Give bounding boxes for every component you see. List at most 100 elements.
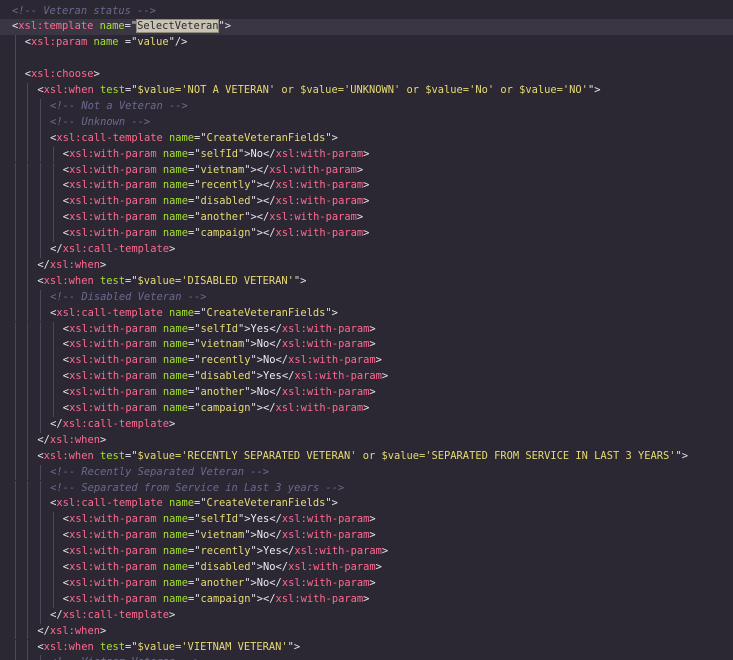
indent-guide [14, 83, 16, 99]
code-line[interactable]: <xsl:with-param name="another">No</xsl:w… [0, 385, 733, 401]
code-line-content: <xsl:call-template name="CreateVeteranFi… [50, 496, 338, 512]
code-tag-name: xsl:when [49, 258, 100, 271]
indent-guide [14, 98, 16, 115]
indent-guide [39, 353, 41, 370]
code-line[interactable]: <xsl:with-param name="recently">Yes</xsl… [0, 544, 733, 560]
code-punctuation: "> [325, 497, 338, 510]
code-line-content: <xsl:with-param name="campaign"></xsl:wi… [63, 592, 370, 608]
code-line[interactable]: <xsl:with-param name="vietnam">No</xsl:w… [0, 528, 733, 545]
code-line[interactable]: <xsl:with-param name="campaign"></xsl:wi… [0, 591, 733, 608]
code-line[interactable]: <xsl:with-param name="vietnam">No</xsl:w… [0, 337, 733, 354]
code-text: No [263, 561, 276, 573]
code-line[interactable]: </xsl:call-template> [0, 607, 733, 624]
code-line-content: </xsl:when> [37, 624, 106, 640]
code-punctuation: =" [187, 227, 201, 240]
code-punctuation: =" [187, 338, 201, 351]
code-comment: <!-- Unknown --> [50, 115, 151, 128]
code-line-content: <!-- Veteran status --> [12, 4, 156, 20]
code-punctuation: > [99, 624, 107, 637]
code-line[interactable]: <xsl:with-param name="selfId">No</xsl:wi… [0, 146, 733, 163]
indent-guide [52, 575, 54, 592]
indent-guide [14, 639, 16, 656]
code-line[interactable]: <xsl:choose> [0, 67, 733, 83]
code-line[interactable]: <xsl:call-template name="CreateVeteranFi… [0, 305, 733, 322]
code-tag-name: xsl:with-param [69, 227, 157, 240]
code-line[interactable]: <!-- Not a Veteran --> [0, 98, 733, 115]
code-line[interactable]: </xsl:when> [0, 623, 733, 640]
code-line[interactable]: <!-- Disabled Veteran --> [0, 289, 733, 306]
code-punctuation: > [168, 417, 176, 430]
code-punctuation: </ [269, 338, 282, 351]
code-line[interactable]: <xsl:when test="$value='DISABLED VETERAN… [0, 273, 733, 290]
code-line[interactable]: <xsl:with-param name="another">No</xsl:w… [0, 575, 733, 592]
code-line-content: <xsl:with-param name="another">No</xsl:w… [63, 385, 376, 401]
code-line[interactable]: </xsl:call-template> [0, 242, 733, 258]
code-editor[interactable]: <!-- Veteran status --> <xsl:template nam… [0, 0, 733, 660]
code-line-content: <!-- Disabled Veteran --> [50, 290, 206, 306]
code-line[interactable]: <xsl:when test="$value='NOT A VETERAN' o… [0, 83, 733, 99]
code-line[interactable]: <xsl:with-param name="disabled">No</xsl:… [0, 560, 733, 576]
code-line[interactable]: <!-- Separated from Service in Last 3 ye… [0, 480, 733, 497]
code-punctuation: =" [187, 179, 201, 192]
code-line[interactable]: </xsl:call-template> [0, 416, 733, 433]
indent-guide [39, 114, 41, 131]
code-punctuation: "></ [244, 163, 270, 176]
code-line[interactable]: <xsl:with-param name="disabled">Yes</xsl… [0, 369, 733, 386]
indent-guide [14, 226, 16, 242]
code-punctuation: </ [281, 545, 295, 558]
code-line[interactable]: <!-- Vietnam Veteran --> [0, 655, 733, 660]
code-punctuation: "> [238, 513, 251, 526]
code-punctuation: "> [293, 274, 307, 287]
code-line[interactable]: <xsl:with-param name="campaign"></xsl:wi… [0, 401, 733, 417]
code-attribute: name [162, 227, 188, 240]
code-line[interactable]: <xsl:when test="$value='RECENTLY SEPARAT… [0, 448, 733, 465]
code-line-content: <xsl:with-param name="another">No</xsl:w… [63, 576, 376, 592]
code-line[interactable]: <xsl:when test="$value='VIETNAM VETERAN'… [0, 639, 733, 656]
indent-guide [27, 321, 29, 338]
code-line[interactable]: </xsl:when> [0, 257, 733, 274]
code-line[interactable]: <xsl:with-param name="recently">No</xsl:… [0, 353, 733, 370]
code-text: No [256, 386, 270, 399]
code-line[interactable]: <xsl:with-param name="selfId">Yes</xsl:w… [0, 512, 733, 529]
code-line[interactable]: <!-- Veteran status --> [0, 4, 733, 20]
code-punctuation: > [363, 195, 370, 208]
code-string: selfId [200, 513, 239, 526]
indent-guide [14, 273, 16, 290]
indent-guide [27, 385, 29, 401]
code-line[interactable]: <xsl:with-param name="disabled"></xsl:wi… [0, 194, 733, 211]
indent-guide [39, 337, 41, 354]
code-line[interactable]: <xsl:call-template name="CreateVeteranFi… [0, 130, 733, 147]
indent-guide [27, 655, 29, 660]
code-attribute: name [168, 131, 195, 144]
code-line[interactable]: <xsl:call-template name="CreateVeteranFi… [0, 496, 733, 513]
code-line[interactable]: </xsl:when> [0, 432, 733, 449]
code-line[interactable] [0, 51, 733, 68]
code-punctuation: =" [187, 163, 201, 176]
indent-guide [14, 401, 16, 417]
code-line[interactable]: <xsl:param name ="value"/> [0, 35, 733, 52]
code-attribute: name [162, 402, 188, 414]
code-line-content: <xsl:with-param name="recently">No</xsl:… [63, 353, 382, 369]
code-punctuation: =" [187, 386, 201, 399]
code-line[interactable]: <xsl:with-param name="selfId">Yes</xsl:w… [0, 321, 733, 338]
indent-guide [27, 273, 29, 290]
code-punctuation: "> [325, 131, 338, 144]
code-line-current[interactable]: <xsl:template name="SelectVeteran"> [0, 19, 733, 36]
indent-guide [39, 178, 41, 195]
indent-guide [14, 257, 16, 274]
code-tag-name: xsl:with-param [281, 529, 370, 542]
indent-guide [27, 591, 29, 608]
code-line[interactable]: <!-- Unknown --> [0, 114, 733, 131]
code-line[interactable]: <xsl:with-param name="another"></xsl:wit… [0, 210, 733, 227]
indent-guide [14, 369, 16, 386]
code-line[interactable]: <xsl:with-param name="vietnam"></xsl:wit… [0, 162, 733, 179]
code-line[interactable]: <!-- Recently Separated Veteran --> [0, 464, 733, 481]
code-punctuation: </ [263, 147, 276, 160]
indent-guide [27, 623, 29, 640]
code-line[interactable]: <xsl:with-param name="campaign"></xsl:wi… [0, 226, 733, 242]
code-punctuation: =" [187, 370, 201, 383]
code-line[interactable]: <xsl:with-param name="recently"></xsl:wi… [0, 178, 733, 195]
code-punctuation: "></ [250, 179, 276, 192]
code-string: selfId [200, 147, 239, 160]
code-text: Yes [263, 545, 282, 558]
